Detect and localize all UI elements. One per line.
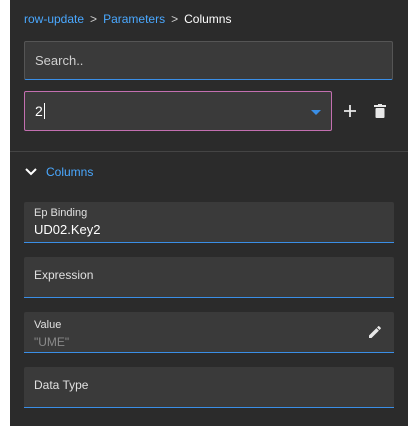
value-field[interactable]: Value "UME" — [24, 312, 394, 353]
dropdown-arrow-icon[interactable] — [311, 110, 321, 115]
ep-binding-field[interactable]: Ep Binding UD02.Key2 — [24, 202, 394, 243]
divider — [10, 151, 408, 152]
breadcrumb: row-update > Parameters > Columns — [24, 12, 231, 26]
text-caret — [43, 103, 45, 119]
properties-panel: row-update>Parameters>Columns 2 Columns … — [10, 0, 408, 426]
value-placeholder: "UME" — [34, 335, 70, 349]
trash-icon[interactable] — [370, 101, 390, 121]
expression-field[interactable]: Expression — [24, 257, 394, 298]
ep-binding-label: Ep Binding — [34, 207, 88, 219]
breadcrumb-parameters[interactable]: Parameters — [103, 12, 165, 26]
add-icon[interactable] — [340, 101, 360, 121]
expression-label: Expression — [34, 268, 94, 282]
breadcrumb-current: Columns — [184, 12, 232, 26]
breadcrumb-separator: > — [90, 12, 98, 26]
selector-value: 2 — [35, 103, 45, 119]
breadcrumb-separator: > — [171, 12, 179, 26]
columns-section-toggle[interactable]: Columns — [24, 163, 93, 181]
search-input[interactable] — [25, 42, 392, 79]
index-selector[interactable]: 2 — [24, 91, 332, 131]
data-type-label: Data Type — [34, 378, 89, 392]
breadcrumb-row-update[interactable]: row-update — [24, 12, 84, 26]
ep-binding-value: UD02.Key2 — [34, 222, 101, 237]
value-label: Value — [34, 319, 62, 331]
edit-icon[interactable] — [366, 323, 384, 341]
search-field — [24, 41, 393, 80]
section-title: Columns — [46, 165, 94, 179]
data-type-field[interactable]: Data Type — [24, 367, 394, 408]
chevron-down-icon — [25, 168, 37, 176]
